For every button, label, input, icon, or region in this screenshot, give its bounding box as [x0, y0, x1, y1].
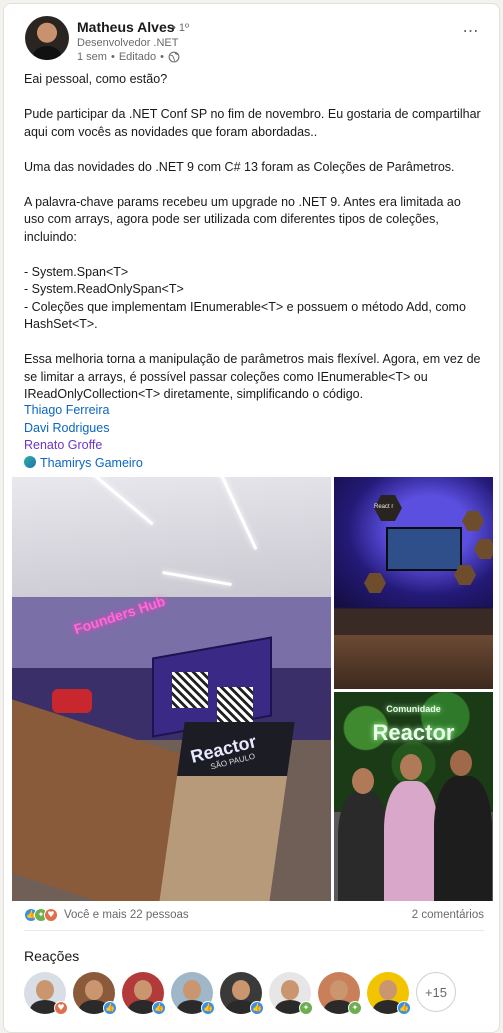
post-list-item: - Coleções que implementam IEnumerable<T… — [24, 299, 466, 332]
celebrate-icon: ✦ — [299, 1001, 313, 1015]
photo-event-room[interactable]: Founders Hub Reactor SÃO PAULO — [12, 477, 331, 901]
mention-link[interactable]: Thiago Ferreira — [24, 402, 143, 420]
post-paragraph: Essa melhoria torna a manipulação de par… — [24, 352, 481, 401]
reactor-avatar[interactable]: ✦ — [269, 972, 313, 1015]
mention-link[interactable]: Renato Groffe — [24, 437, 143, 455]
post-card: Matheus Alves • 1º Desenvolvedor .NET 1 … — [3, 3, 500, 1033]
reactor-avatar[interactable]: 👍 — [73, 972, 117, 1015]
photo-grid: Founders Hub Reactor SÃO PAULO React r C… — [12, 477, 493, 901]
post-header: Matheus Alves • 1º Desenvolvedor .NET 1 … — [4, 4, 499, 68]
mentions-list: Thiago Ferreira Davi Rodrigues Renato Gr… — [24, 402, 143, 472]
reactor-avatar[interactable]: ✦ — [318, 972, 362, 1015]
meta-separator: • — [110, 51, 115, 63]
reactor-avatar[interactable]: ♥ — [24, 972, 68, 1015]
like-icon: 👍 — [152, 1001, 166, 1015]
mention-text: Thamirys Gameiro — [40, 455, 143, 470]
post-paragraph: A palavra-chave params recebeu um upgrad… — [24, 194, 461, 244]
reactions-section-title: Reações — [24, 948, 80, 964]
post-list-item: - System.ReadOnlySpan<T> — [24, 282, 184, 296]
reactor-avatar[interactable]: 👍 — [367, 972, 411, 1015]
more-reactors-button[interactable]: +15 — [416, 972, 456, 1012]
post-paragraph: Uma das novidades do .NET 9 com C# 13 fo… — [24, 159, 455, 174]
reactor-avatar[interactable]: 👍 — [220, 972, 264, 1015]
edited-label: Editado — [118, 51, 157, 63]
like-icon: 👍 — [103, 1001, 117, 1015]
reactions-count[interactable]: Você e mais 22 pessoas — [64, 909, 189, 921]
company-logo-icon — [24, 455, 36, 468]
author-headline: Desenvolvedor .NET — [77, 37, 179, 49]
reactors-list: ♥ 👍 👍 👍 👍 ✦ ✦ 👍 +15 — [24, 972, 456, 1016]
reaction-icons[interactable]: 👍 ✦ ♥ — [24, 908, 58, 922]
love-icon: ♥ — [44, 908, 58, 922]
divider — [24, 930, 484, 931]
connection-degree: • 1º — [172, 22, 190, 34]
post-paragraph: Eai pessoal, como estão? — [24, 72, 168, 86]
author-avatar[interactable] — [25, 16, 69, 60]
reactor-avatar[interactable]: 👍 — [122, 972, 166, 1015]
like-icon: 👍 — [397, 1001, 411, 1015]
post-paragraph: Pude participar da .NET Conf SP no fim d… — [24, 107, 481, 139]
meta-separator: • — [160, 51, 164, 63]
community-sign: Comunidade — [386, 704, 441, 714]
reactor-sign: Reactor — [372, 720, 455, 745]
photo-reactor-wall[interactable]: React r — [334, 477, 493, 689]
photo-group-selfie[interactable]: Comunidade Reactor — [334, 692, 493, 901]
hex-logo: React r — [374, 504, 394, 510]
love-icon: ♥ — [54, 1001, 68, 1015]
author-name[interactable]: Matheus Alves — [77, 19, 175, 35]
like-icon: 👍 — [250, 1001, 264, 1015]
mention-link[interactable]: Thamirys Gameiro — [24, 455, 143, 473]
post-body: Eai pessoal, como estão? Pude participar… — [24, 71, 484, 404]
reactor-avatar[interactable]: 👍 — [171, 972, 215, 1015]
neon-sign: Founders Hub — [71, 592, 168, 638]
social-counts: 👍 ✦ ♥ Você e mais 22 pessoas 2 comentári… — [24, 907, 484, 927]
like-icon: 👍 — [201, 1001, 215, 1015]
post-time: 1 sem — [77, 51, 107, 63]
comments-count[interactable]: 2 comentários — [412, 909, 484, 921]
celebrate-icon: ✦ — [348, 1001, 362, 1015]
mention-link[interactable]: Davi Rodrigues — [24, 420, 143, 438]
post-meta: 1 sem • Editado • — [77, 51, 180, 63]
post-list-item: - System.Span<T> — [24, 264, 129, 279]
globe-icon — [168, 51, 180, 63]
more-options-button[interactable]: … — [459, 16, 483, 36]
